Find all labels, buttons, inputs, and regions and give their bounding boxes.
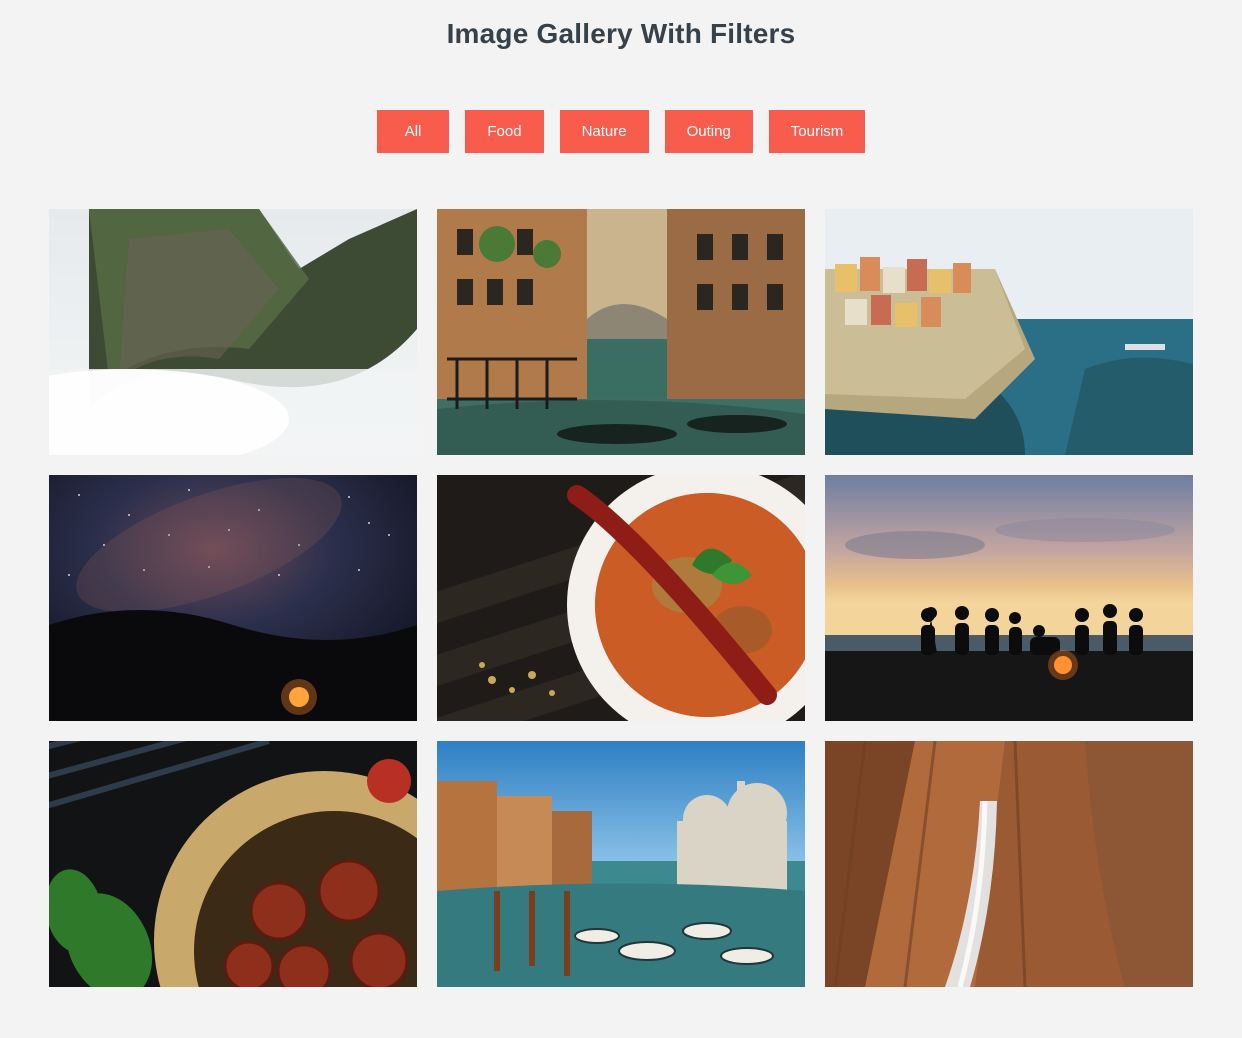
filter-tourism-button[interactable]: Tourism: [769, 110, 866, 153]
gallery-item[interactable]: [437, 209, 805, 455]
gallery-item[interactable]: [49, 475, 417, 721]
gallery-item[interactable]: [437, 741, 805, 987]
gallery-grid: [0, 209, 1242, 1007]
filter-food-button[interactable]: Food: [465, 110, 543, 153]
gallery-item[interactable]: [825, 209, 1193, 455]
gallery-item[interactable]: [825, 741, 1193, 987]
gallery-item[interactable]: [825, 475, 1193, 721]
filter-all-button[interactable]: All: [377, 110, 450, 153]
gallery-item[interactable]: [437, 475, 805, 721]
filter-nature-button[interactable]: Nature: [560, 110, 649, 153]
filter-bar: All Food Nature Outing Tourism: [0, 110, 1242, 209]
gallery-item[interactable]: [49, 741, 417, 987]
page-title: Image Gallery With Filters: [0, 0, 1242, 110]
gallery-item[interactable]: [49, 209, 417, 455]
filter-outing-button[interactable]: Outing: [665, 110, 753, 153]
